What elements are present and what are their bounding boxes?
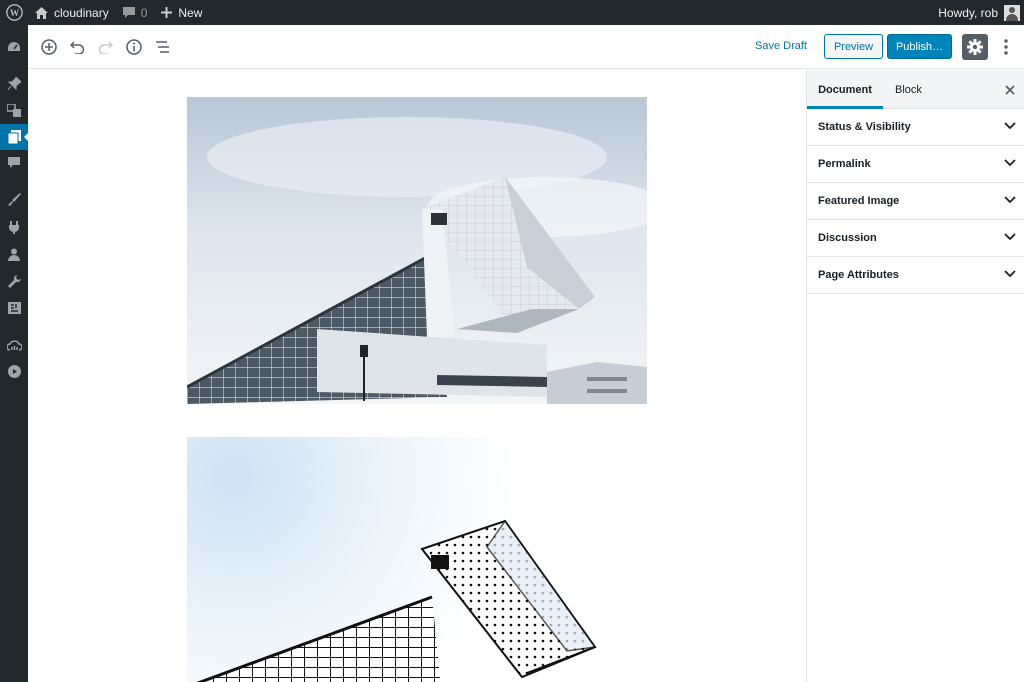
- svg-text:W: W: [9, 9, 19, 19]
- editor-canvas[interactable]: [28, 70, 806, 682]
- appearance-icon[interactable]: [0, 188, 28, 210]
- save-draft-button[interactable]: Save Draft: [755, 40, 807, 52]
- panel-discussion[interactable]: Discussion: [807, 220, 1024, 257]
- dashboard-icon[interactable]: [0, 36, 28, 58]
- admin-bar: W cloudinary 0 New Howdy, rob: [0, 0, 1024, 25]
- sidebar-tabs: Document Block: [807, 70, 1024, 109]
- home-icon: [35, 6, 48, 19]
- site-name-link[interactable]: cloudinary: [28, 0, 116, 25]
- users-icon[interactable]: [0, 243, 28, 265]
- panel-featured-image[interactable]: Featured Image: [807, 183, 1024, 220]
- pages-icon[interactable]: [0, 124, 29, 150]
- image-block-architecture[interactable]: [187, 97, 647, 404]
- panel-page-attributes[interactable]: Page Attributes: [807, 257, 1024, 294]
- close-icon[interactable]: [1004, 83, 1016, 95]
- editor-header: Save Draft Preview Publish…: [28, 25, 1024, 69]
- publish-button[interactable]: Publish…: [887, 34, 952, 59]
- panel-permalink[interactable]: Permalink: [807, 146, 1024, 183]
- media-icon[interactable]: [0, 99, 28, 121]
- cloudinary-icon[interactable]: [0, 334, 28, 356]
- comments-link[interactable]: 0: [116, 0, 155, 25]
- chevron-down-icon: [1004, 196, 1016, 204]
- tab-block[interactable]: Block: [895, 70, 922, 109]
- chevron-down-icon: [1004, 122, 1016, 130]
- video-icon[interactable]: [0, 360, 28, 382]
- tools-icon[interactable]: [0, 270, 28, 292]
- panel-label: Featured Image: [818, 195, 900, 207]
- panel-label: Status & Visibility: [818, 121, 911, 133]
- settings-button[interactable]: [962, 34, 988, 60]
- new-content-link[interactable]: New: [154, 0, 209, 25]
- chevron-down-icon: [1004, 270, 1016, 278]
- panel-status-visibility[interactable]: Status & Visibility: [807, 109, 1024, 146]
- chevron-down-icon: [1004, 159, 1016, 167]
- gear-icon: [967, 39, 983, 55]
- preview-button[interactable]: Preview: [824, 34, 883, 59]
- comment-icon: [122, 6, 135, 18]
- tab-document[interactable]: Document: [807, 70, 883, 109]
- image-block-architecture-filtered[interactable]: [187, 437, 647, 682]
- panel-label: Discussion: [818, 232, 877, 244]
- settings-icon[interactable]: [0, 297, 28, 319]
- info-icon[interactable]: [124, 37, 144, 57]
- pin-icon[interactable]: [0, 72, 28, 94]
- site-name: cloudinary: [54, 5, 109, 20]
- my-account[interactable]: Howdy, rob: [938, 4, 1024, 21]
- add-block-icon[interactable]: [39, 37, 59, 57]
- panel-label: Page Attributes: [818, 269, 899, 281]
- greeting: Howdy, rob: [938, 5, 998, 20]
- new-label: New: [178, 5, 203, 20]
- avatar: [1004, 4, 1020, 21]
- admin-menu: [0, 25, 29, 682]
- redo-icon[interactable]: [95, 37, 115, 57]
- plugins-icon[interactable]: [0, 216, 28, 238]
- settings-sidebar: Document Block Status & Visibility Perma…: [806, 70, 1024, 682]
- outline-icon[interactable]: [152, 37, 172, 57]
- comments-count: 0: [140, 5, 148, 20]
- more-menu-icon[interactable]: [1000, 37, 1012, 57]
- plus-icon: [161, 7, 173, 18]
- panel-label: Permalink: [818, 158, 871, 170]
- undo-icon[interactable]: [67, 37, 87, 57]
- comments-icon[interactable]: [0, 152, 28, 174]
- chevron-down-icon: [1004, 233, 1016, 241]
- wordpress-logo-icon[interactable]: W: [0, 0, 28, 25]
